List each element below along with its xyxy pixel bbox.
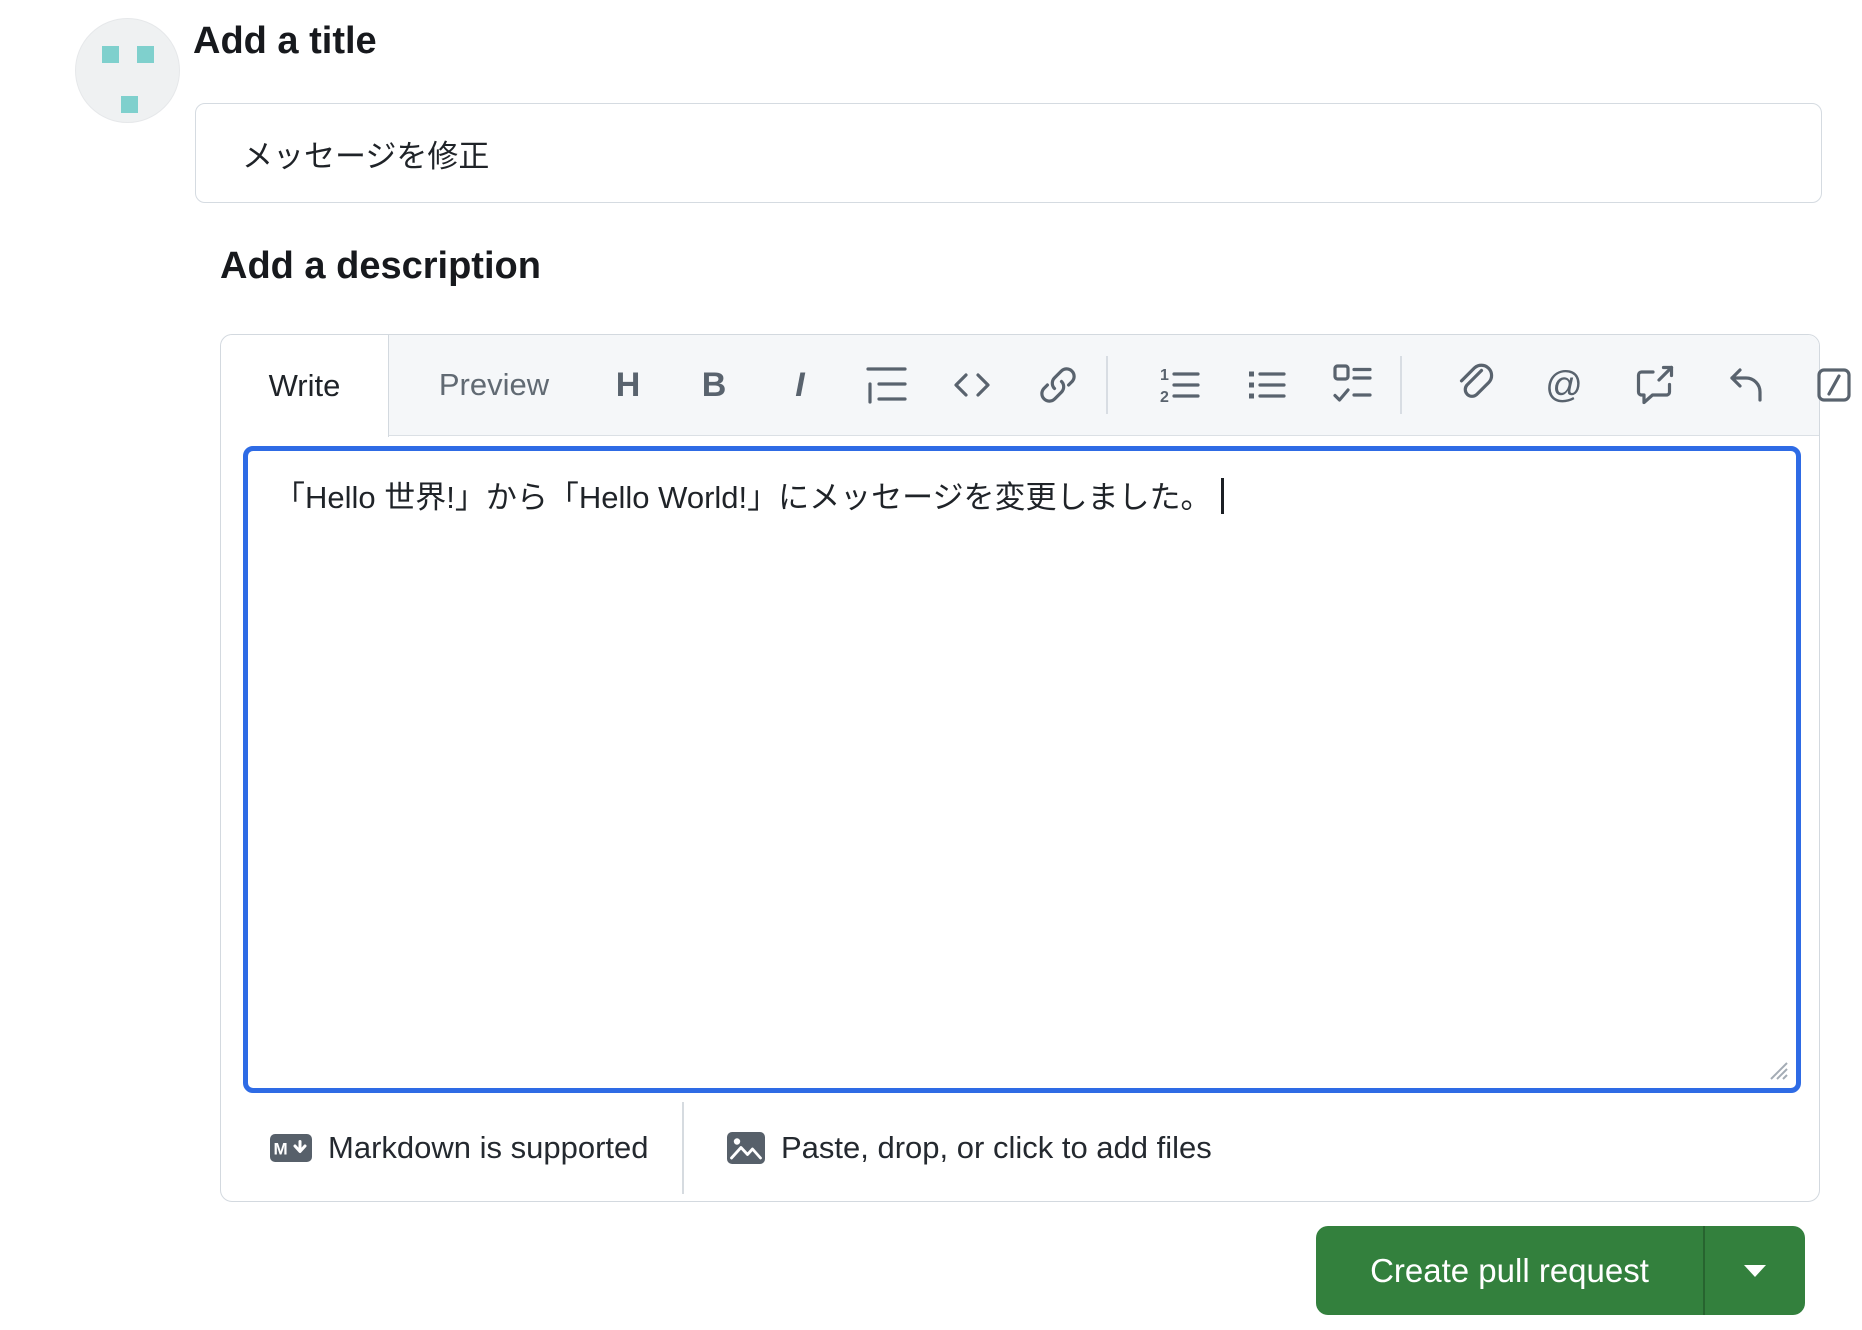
title-input[interactable] bbox=[195, 103, 1822, 203]
ordered-list-button[interactable]: 1 2 bbox=[1156, 361, 1204, 409]
title-label: Add a title bbox=[193, 20, 377, 62]
cross-reference-icon bbox=[1636, 365, 1674, 405]
reply-icon bbox=[1730, 368, 1762, 402]
tab-preview-label: Preview bbox=[438, 367, 550, 402]
description-textarea[interactable]: 「Hello 世界!」から「Hello World!」にメッセージを変更しました… bbox=[243, 446, 1801, 1093]
slash-command-button[interactable] bbox=[1810, 361, 1858, 409]
add-files-button[interactable]: Paste, drop, or click to add files bbox=[726, 1093, 1212, 1203]
task-list-button[interactable] bbox=[1328, 361, 1376, 409]
identicon-square bbox=[137, 46, 154, 63]
tab-write-label: Write bbox=[268, 368, 341, 403]
link-icon bbox=[1040, 367, 1076, 403]
svg-text:2: 2 bbox=[1160, 389, 1169, 406]
task-list-icon bbox=[1333, 364, 1372, 402]
slash-command-icon bbox=[1817, 368, 1851, 402]
cross-reference-button[interactable] bbox=[1630, 361, 1678, 409]
resize-grip[interactable] bbox=[1767, 1059, 1789, 1081]
markdown-icon: M bbox=[270, 1134, 312, 1162]
tab-write[interactable]: Write bbox=[221, 335, 389, 437]
editor-tabnav: Write Preview H B I 1 2 @ bbox=[221, 335, 1851, 437]
description-editor: Write Preview H B I 1 2 @ 「Hello 世界!」から「… bbox=[220, 334, 1851, 1202]
mention-button[interactable]: @ bbox=[1540, 361, 1588, 409]
tab-preview[interactable]: Preview bbox=[389, 335, 599, 435]
paperclip-icon bbox=[1459, 363, 1494, 398]
add-files-label: Paste, drop, or click to add files bbox=[781, 1130, 1212, 1165]
description-label: Add a description bbox=[220, 245, 541, 287]
bold-icon: B bbox=[701, 365, 727, 404]
italic-icon: I bbox=[795, 365, 805, 404]
toolbar-divider bbox=[1106, 356, 1108, 414]
markdown-supported-label: Markdown is supported bbox=[328, 1130, 649, 1165]
footer-divider bbox=[682, 1102, 684, 1194]
attach-file-button[interactable] bbox=[1450, 361, 1498, 409]
code-button[interactable] bbox=[948, 361, 996, 409]
heading-button[interactable]: H bbox=[604, 361, 652, 409]
text-cursor bbox=[1220, 478, 1224, 514]
mention-icon: @ bbox=[1545, 364, 1583, 405]
bold-button[interactable]: B bbox=[690, 361, 738, 409]
chevron-down-icon bbox=[1744, 1264, 1766, 1277]
ordered-list-icon: 1 2 bbox=[1160, 367, 1200, 406]
markdown-supported-link[interactable]: M Markdown is supported bbox=[269, 1093, 649, 1203]
description-text: 「Hello 世界!」から「Hello World!」にメッセージを変更しました… bbox=[274, 480, 1212, 515]
reply-button[interactable] bbox=[1720, 361, 1768, 409]
quote-icon bbox=[866, 367, 907, 404]
code-icon bbox=[954, 373, 990, 397]
italic-button[interactable]: I bbox=[776, 361, 824, 409]
heading-icon: H bbox=[615, 365, 641, 404]
unordered-list-button[interactable] bbox=[1242, 361, 1290, 409]
identicon-square bbox=[102, 46, 119, 63]
markdown-toolbar: H B I 1 2 @ bbox=[599, 335, 1858, 435]
create-pull-request-label: Create pull request bbox=[1370, 1251, 1649, 1289]
image-icon bbox=[727, 1132, 765, 1164]
create-pull-request-dropdown[interactable] bbox=[1705, 1226, 1805, 1315]
link-button[interactable] bbox=[1034, 361, 1082, 409]
svg-text:1: 1 bbox=[1160, 367, 1169, 384]
quote-button[interactable] bbox=[862, 361, 910, 409]
identicon-square bbox=[121, 96, 138, 113]
user-avatar-identicon bbox=[75, 18, 180, 123]
editor-footer: M Markdown is supported Paste, drop, or … bbox=[221, 1093, 1819, 1201]
create-pull-request-button[interactable]: Create pull request bbox=[1316, 1226, 1703, 1315]
toolbar-divider bbox=[1400, 356, 1402, 414]
svg-text:M: M bbox=[274, 1140, 288, 1159]
unordered-list-icon bbox=[1249, 371, 1286, 399]
create-pull-request-split-button: Create pull request bbox=[1316, 1226, 1805, 1315]
